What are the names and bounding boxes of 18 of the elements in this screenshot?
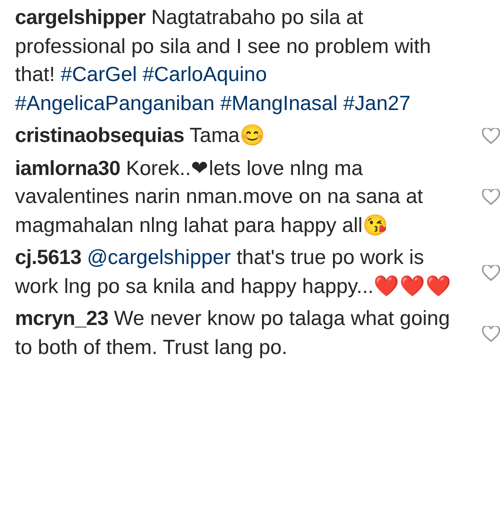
username-link[interactable]: mcryn_23	[15, 307, 108, 330]
hashtag-link[interactable]: #MangInasal	[220, 92, 338, 114]
hashtag-link[interactable]: @cargelshipper	[87, 246, 231, 269]
hashtag-link[interactable]: #CarGel	[60, 63, 137, 86]
hashtag-link[interactable]: #AngelicaPanganiban	[15, 92, 214, 114]
heart-icon[interactable]	[482, 264, 500, 280]
hashtag-link[interactable]: #CarloAquino	[142, 63, 267, 86]
hashtag-link[interactable]: #Jan27	[343, 92, 411, 114]
heart-icon[interactable]	[482, 326, 500, 342]
comment-text: mcryn_23 We never know po talaga what going to both of them. Trust lang po.	[15, 306, 451, 360]
username-link[interactable]: cargelshipper	[15, 6, 146, 29]
username-link[interactable]: iamlorna30	[15, 156, 120, 180]
comment-text: cargelshipper Nagtatrabaho po sila at professional po sila and I see no problem with that! #CarGel #CarloAquino #AngelicaPanganiban #MangInasal #Jan27	[15, 5, 432, 116]
username-link[interactable]: cristinaobsequias	[15, 124, 184, 147]
comment-text: cristinaobsequias Tama😊	[15, 123, 267, 149]
heart-icon[interactable]	[482, 128, 500, 144]
username-link[interactable]: cj.5613	[15, 246, 82, 269]
heart-icon[interactable]	[482, 189, 500, 206]
